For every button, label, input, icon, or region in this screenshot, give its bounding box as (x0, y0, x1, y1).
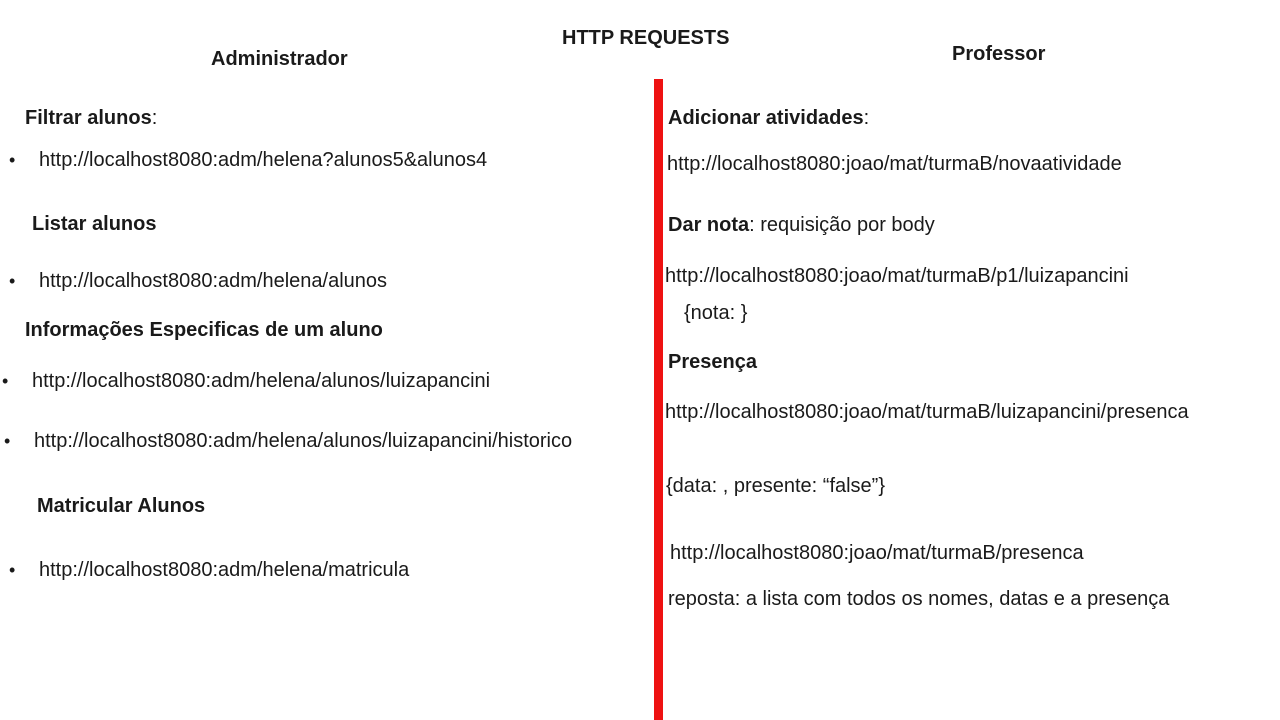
presenca-heading: Presença (668, 351, 757, 373)
presenca-url: http://localhost8080:joao/mat/turmaB/lui… (665, 401, 1189, 423)
dar-nota-heading: Dar nota: requisição por body (668, 214, 935, 237)
filtrar-alunos-colon: : (151, 107, 158, 129)
adicionar-atividades-heading: Adicionar atividades: (668, 107, 869, 130)
filtrar-alunos-url: http://localhost8080:adm/helena?alunos5&… (39, 149, 488, 171)
bullet-icon: • (2, 371, 9, 391)
historico-url: http://localhost8080:adm/helena/alunos/l… (34, 430, 573, 452)
admin-column-header: Administrador (211, 48, 348, 70)
info-aluno-url: http://localhost8080:adm/helena/alunos/l… (32, 370, 491, 392)
column-divider (654, 79, 663, 720)
bullet-icon: • (9, 560, 16, 580)
dar-nota-label: Dar nota (668, 214, 750, 236)
dar-nota-description: : requisição por body (749, 214, 935, 236)
listar-alunos-heading: Listar alunos (32, 213, 157, 235)
matricular-alunos-heading: Matricular Alunos (37, 495, 206, 517)
nova-atividade-url: http://localhost8080:joao/mat/turmaB/nov… (667, 153, 1122, 175)
nota-body: {nota: } (684, 302, 748, 324)
info-aluno-item-2: • http://localhost8080:adm/helena/alunos/… (4, 430, 572, 453)
matricular-alunos-item: • http://localhost8080:adm/helena/matricu… (9, 559, 409, 582)
info-aluno-heading: Informações Especificas de um aluno (25, 319, 383, 341)
slide-title: HTTP REQUESTS (562, 27, 730, 49)
listar-alunos-url: http://localhost8080:adm/helena/alunos (39, 270, 388, 292)
info-aluno-item-1: • http://localhost8080:adm/helena/alunos/… (2, 370, 490, 393)
bullet-icon: • (4, 431, 11, 451)
matricula-url: http://localhost8080:adm/helena/matricul… (39, 559, 410, 581)
professor-column-header: Professor (952, 43, 1046, 65)
presenca-body: {data: , presente: “false”} (666, 475, 886, 497)
dar-nota-url: http://localhost8080:joao/mat/turmaB/p1/… (665, 265, 1129, 287)
adicionar-atividades-label: Adicionar atividades (668, 107, 864, 129)
adicionar-atividades-colon: : (863, 107, 870, 129)
resposta-text: reposta: a lista com todos os nomes, dat… (668, 588, 1170, 610)
bullet-icon: • (9, 271, 16, 291)
presenca-list-url: http://localhost8080:joao/mat/turmaB/pre… (670, 542, 1084, 564)
bullet-icon: • (9, 150, 16, 170)
listar-alunos-item: • http://localhost8080:adm/helena/alunos (9, 270, 387, 293)
filtrar-alunos-heading: Filtrar alunos: (25, 107, 157, 130)
filtrar-alunos-item: • http://localhost8080:adm/helena?alunos5… (9, 149, 487, 172)
filtrar-alunos-label: Filtrar alunos (25, 107, 152, 129)
